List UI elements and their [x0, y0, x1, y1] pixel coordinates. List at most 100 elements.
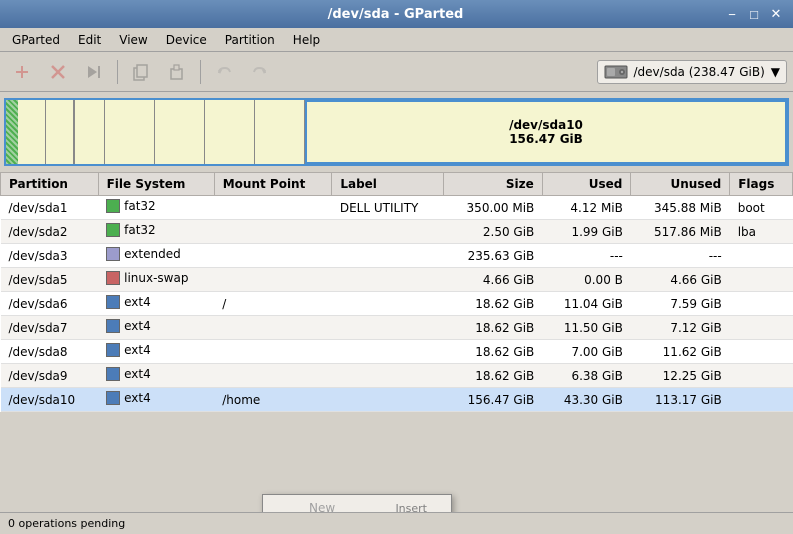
cell-unused: 345.88 MiB: [631, 196, 730, 220]
cell-label: [332, 244, 444, 268]
cell-mount: [214, 196, 332, 220]
cell-fs: extended: [98, 244, 214, 268]
cell-label: [332, 268, 444, 292]
cell-label: [332, 364, 444, 388]
new-button[interactable]: [6, 56, 38, 88]
menu-view[interactable]: View: [111, 31, 155, 49]
cell-mount: [214, 244, 332, 268]
undo-button[interactable]: [208, 56, 240, 88]
table-row[interactable]: /dev/sda5 linux-swap 4.66 GiB 0.00 B 4.6…: [1, 268, 793, 292]
cell-size: 350.00 MiB: [443, 196, 542, 220]
table-row[interactable]: /dev/sda8 ext4 18.62 GiB 7.00 GiB 11.62 …: [1, 340, 793, 364]
cell-fs: ext4: [98, 340, 214, 364]
minimize-button[interactable]: −: [723, 5, 741, 23]
paste-button[interactable]: [161, 56, 193, 88]
partition-table[interactable]: Partition File System Mount Point Label …: [0, 172, 793, 412]
copy-button[interactable]: [125, 56, 157, 88]
menu-help[interactable]: Help: [285, 31, 328, 49]
visual-sda10-size: 156.47 GiB: [509, 132, 583, 146]
cell-label: [332, 340, 444, 364]
cell-unused: 12.25 GiB: [631, 364, 730, 388]
visual-sda6[interactable]: [105, 100, 155, 164]
cell-flags: [730, 340, 793, 364]
table-row[interactable]: /dev/sda9 ext4 18.62 GiB 6.38 GiB 12.25 …: [1, 364, 793, 388]
cell-size: 2.50 GiB: [443, 220, 542, 244]
cell-mount: [214, 268, 332, 292]
cell-fs: ext4: [98, 364, 214, 388]
menu-edit[interactable]: Edit: [70, 31, 109, 49]
unallocated-stripe: [6, 100, 18, 164]
cell-partition: /dev/sda10: [1, 388, 99, 412]
cell-flags: [730, 388, 793, 412]
table-area: Partition File System Mount Point Label …: [0, 172, 793, 512]
cell-size: 18.62 GiB: [443, 340, 542, 364]
cell-partition: /dev/sda9: [1, 364, 99, 388]
table-row[interactable]: /dev/sda3 extended 235.63 GiB --- ---: [1, 244, 793, 268]
cell-label: [332, 388, 444, 412]
visual-sda5[interactable]: [75, 100, 105, 164]
cell-mount: [214, 340, 332, 364]
cell-used: 6.38 GiB: [542, 364, 631, 388]
toolbar-separator-1: [117, 60, 118, 84]
visual-sda10-name: /dev/sda10: [509, 118, 583, 132]
menu-partition[interactable]: Partition: [217, 31, 283, 49]
cell-flags: [730, 244, 793, 268]
visual-sda7[interactable]: [155, 100, 205, 164]
visual-sda2[interactable]: [46, 100, 74, 164]
window-title: /dev/sda - GParted: [68, 7, 723, 22]
title-bar: /dev/sda - GParted − □ ✕: [0, 0, 793, 28]
cell-partition: /dev/sda2: [1, 220, 99, 244]
toolbar: /dev/sda (238.47 GiB) ▼: [0, 52, 793, 92]
table-row[interactable]: /dev/sda10 ext4 /home 156.47 GiB 43.30 G…: [1, 388, 793, 412]
cell-partition: /dev/sda6: [1, 292, 99, 316]
cell-size: 4.66 GiB: [443, 268, 542, 292]
status-text: 0 operations pending: [8, 517, 125, 530]
cell-partition: /dev/sda7: [1, 316, 99, 340]
cell-size: 235.63 GiB: [443, 244, 542, 268]
col-mountpoint: Mount Point: [214, 173, 332, 196]
cell-partition: /dev/sda1: [1, 196, 99, 220]
cell-flags: [730, 268, 793, 292]
context-menu-item-new: New Insert: [263, 497, 451, 512]
visual-sda8[interactable]: [205, 100, 255, 164]
disk-label: /dev/sda (238.47 GiB): [634, 65, 765, 79]
col-filesystem: File System: [98, 173, 214, 196]
menu-device[interactable]: Device: [158, 31, 215, 49]
ctx-label-new: New: [309, 501, 335, 512]
visual-sda10[interactable]: /dev/sda10 156.47 GiB: [305, 100, 787, 164]
table-row[interactable]: /dev/sda1 fat32 DELL UTILITY 350.00 MiB …: [1, 196, 793, 220]
col-unused: Unused: [631, 173, 730, 196]
cell-fs: ext4: [98, 316, 214, 340]
maximize-button[interactable]: □: [745, 5, 763, 23]
cell-fs: linux-swap: [98, 268, 214, 292]
cell-label: [332, 316, 444, 340]
table-row[interactable]: /dev/sda7 ext4 18.62 GiB 11.50 GiB 7.12 …: [1, 316, 793, 340]
disk-selector[interactable]: /dev/sda (238.47 GiB) ▼: [597, 60, 788, 84]
cell-mount: [214, 364, 332, 388]
cell-label: [332, 292, 444, 316]
menubar: GParted Edit View Device Partition Help: [0, 28, 793, 52]
col-size: Size: [443, 173, 542, 196]
cell-fs: ext4: [98, 388, 214, 412]
cell-flags: lba: [730, 220, 793, 244]
visual-sda1[interactable]: [18, 100, 46, 164]
redo-button[interactable]: [244, 56, 276, 88]
table-row[interactable]: /dev/sda6 ext4 / 18.62 GiB 11.04 GiB 7.5…: [1, 292, 793, 316]
cell-fs: fat32: [98, 220, 214, 244]
disk-visual: /dev/sda10 156.47 GiB: [4, 98, 789, 166]
skip-button[interactable]: [78, 56, 110, 88]
cell-fs: fat32: [98, 196, 214, 220]
close-button[interactable]: ✕: [767, 5, 785, 23]
ctx-shortcut-new: Insert: [395, 502, 427, 513]
menu-gparted[interactable]: GParted: [4, 31, 68, 49]
cell-mount: [214, 316, 332, 340]
cell-flags: [730, 364, 793, 388]
cell-label: [332, 220, 444, 244]
cell-fs: ext4: [98, 292, 214, 316]
cell-flags: boot: [730, 196, 793, 220]
context-menu: NewInsertDeleteDeleteResize/MoveCopyCtrl…: [262, 494, 452, 512]
cell-flags: [730, 316, 793, 340]
delete-button[interactable]: [42, 56, 74, 88]
visual-sda9[interactable]: [255, 100, 305, 164]
table-row[interactable]: /dev/sda2 fat32 2.50 GiB 1.99 GiB 517.86…: [1, 220, 793, 244]
